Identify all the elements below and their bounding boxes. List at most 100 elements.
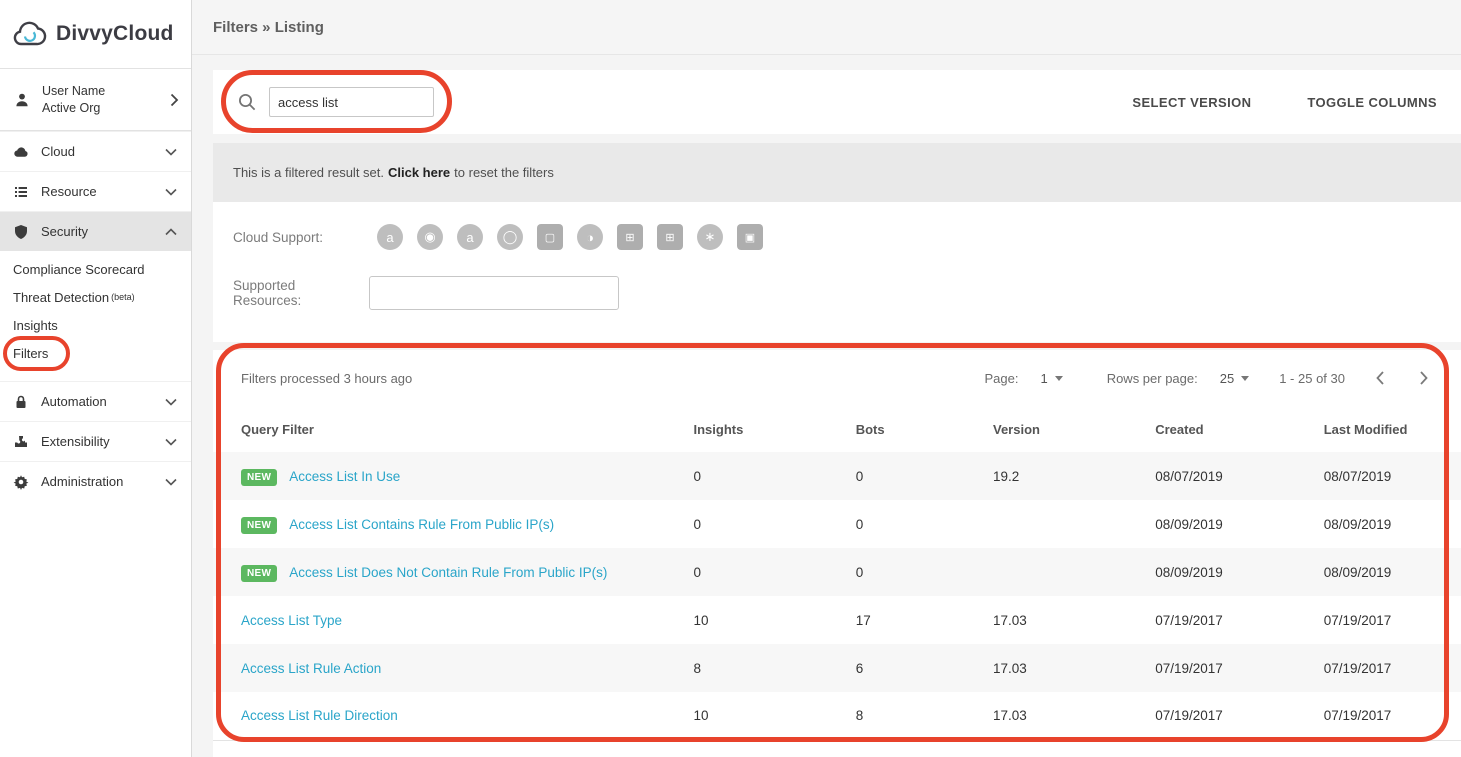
list-icon <box>13 184 29 200</box>
reset-filters-link[interactable]: Click here <box>388 165 450 180</box>
divvycloud-cloud-icon <box>13 21 47 46</box>
chevron-up-icon <box>165 227 177 236</box>
subitem-label: Insights <box>13 317 58 333</box>
cell-insights: 0 <box>693 468 701 484</box>
cloud-support-icon-other-cloud: ▣ <box>737 224 763 250</box>
chevron-down-icon <box>165 148 177 156</box>
sidebar-item-automation[interactable]: Automation <box>0 381 191 421</box>
new-badge: NEW <box>241 564 278 582</box>
security-submenu: Compliance Scorecard Threat Detection (b… <box>0 251 191 381</box>
table-row: Access List Type 10 17 17.03 07/19/2017 … <box>213 596 1461 644</box>
next-page-button[interactable] <box>1415 366 1433 390</box>
sidebar-subitem-filters[interactable]: Filters <box>0 339 191 367</box>
chevron-down-icon <box>165 438 177 446</box>
sidebar-subitem-compliance-scorecard[interactable]: Compliance Scorecard <box>0 255 191 283</box>
cell-last-modified: 07/19/2017 <box>1323 660 1392 676</box>
sidebar-item-administration[interactable]: Administration <box>0 461 191 501</box>
sidebar-subitem-threat-detection[interactable]: Threat Detection (beta) <box>0 283 191 311</box>
cell-last-modified: 08/09/2019 <box>1323 564 1392 580</box>
chevron-down-icon <box>165 398 177 406</box>
user-names: User Name Active Org <box>42 83 105 116</box>
user-name: User Name <box>42 84 106 99</box>
cell-bots: 0 <box>855 516 864 532</box>
sidebar-item-extensibility[interactable]: Extensibility <box>0 421 191 461</box>
cell-last-modified: 08/09/2019 <box>1323 516 1392 532</box>
sidebar: DivvyCloud User Name Active Org Cloud Re… <box>0 0 192 757</box>
filters-table-card: Filters processed 3 hours ago Page: 1 Ro… <box>213 350 1461 757</box>
processed-status: Filters processed 3 hours ago <box>241 370 413 386</box>
cell-version: 17.03 <box>992 612 1027 628</box>
sidebar-nav: Cloud Resource Security Compliance Score… <box>0 131 191 501</box>
filter-link[interactable]: Access List Type <box>241 613 342 628</box>
supported-resources-input[interactable] <box>369 276 619 310</box>
select-version-button[interactable]: SELECT VERSION <box>1132 95 1251 110</box>
sidebar-item-resource[interactable]: Resource <box>0 171 191 211</box>
column-header-bots: Bots <box>855 421 885 437</box>
user-menu[interactable]: User Name Active Org <box>0 69 191 131</box>
search-icon <box>239 94 256 111</box>
table-row: NEW Access List Does Not Contain Rule Fr… <box>213 548 1461 596</box>
cell-last-modified: 08/07/2019 <box>1323 468 1392 484</box>
cloud-support-icon-alibaba-cloud: ▢ <box>537 224 563 250</box>
cell-created: 07/19/2017 <box>1155 660 1223 676</box>
filter-link[interactable]: Access List Rule Action <box>241 661 381 676</box>
filter-link[interactable]: Access List Rule Direction <box>241 708 398 723</box>
cloud-support-label: Cloud Support: <box>233 229 324 245</box>
cell-insights: 10 <box>693 612 709 628</box>
main-content: SELECT VERSION TOGGLE COLUMNS This is a … <box>213 70 1461 757</box>
banner-text: This is a filtered result set. <box>233 165 384 180</box>
cloud-support-icon-gcp: ◑ <box>577 224 603 250</box>
cell-bots: 17 <box>855 612 871 628</box>
cell-insights: 0 <box>693 516 701 532</box>
previous-page-button[interactable] <box>1371 366 1389 390</box>
pagination-controls: Page: 1 Rows per page: 25 1 - 25 of 30 <box>984 366 1433 390</box>
filter-link[interactable]: Access List Contains Rule From Public IP… <box>289 517 554 532</box>
lock-icon <box>13 394 29 410</box>
supported-resources-row: Supported Resources: <box>233 276 1441 310</box>
toggle-columns-button[interactable]: TOGGLE COLUMNS <box>1307 95 1437 110</box>
filtered-result-banner: This is a filtered result set. Click her… <box>213 143 1461 202</box>
cell-bots: 6 <box>855 660 864 676</box>
cloud-support-icon-aws: a <box>377 224 403 250</box>
brand-name: DivvyCloud <box>56 22 174 45</box>
cell-last-modified: 07/19/2017 <box>1323 708 1392 724</box>
cell-bots: 0 <box>855 468 864 484</box>
user-icon <box>14 92 30 108</box>
subitem-label: Threat Detection <box>13 289 110 305</box>
cell-created: 08/07/2019 <box>1155 468 1223 484</box>
caret-down-icon <box>1241 375 1250 381</box>
sidebar-item-label: Cloud <box>41 144 75 159</box>
breadcrumb: Filters » Listing <box>213 18 324 36</box>
cell-created: 07/19/2017 <box>1155 612 1223 628</box>
table-header-row: Query Filter Insights Bots Version Creat… <box>213 406 1461 452</box>
sidebar-subitem-insights[interactable]: Insights <box>0 311 191 339</box>
rows-per-page-select[interactable]: 25 <box>1220 371 1250 386</box>
sidebar-item-label: Security <box>41 224 88 239</box>
cloud-support-icons: a ◉ a ◯ ▢ ◑ ⊞ ⊞ ∗ ▣ <box>377 224 763 250</box>
shield-icon <box>13 224 29 240</box>
filter-link[interactable]: Access List In Use <box>289 469 400 484</box>
listing-toolbar: SELECT VERSION TOGGLE COLUMNS <box>213 70 1461 134</box>
cloud-support-icon-azure-gov: ⊞ <box>657 224 683 250</box>
cell-version: 17.03 <box>992 660 1027 676</box>
puzzle-icon <box>13 434 29 450</box>
cell-created: 08/09/2019 <box>1155 516 1223 532</box>
top-bar: Filters » Listing <box>192 0 1461 55</box>
beta-tag: (beta) <box>111 292 135 302</box>
rows-per-page-label: Rows per page: <box>1106 370 1198 386</box>
filter-link[interactable]: Access List Does Not Contain Rule From P… <box>289 565 607 580</box>
page-select[interactable]: 1 <box>1040 371 1063 386</box>
new-badge: NEW <box>241 516 278 534</box>
cell-version: 17.03 <box>992 708 1027 724</box>
table-row: Access List Rule Direction 10 8 17.03 07… <box>213 692 1461 740</box>
cloud-support-icon-oracle-cloud: ◯ <box>497 224 523 250</box>
search-input[interactable] <box>269 87 434 117</box>
cell-last-modified: 07/19/2017 <box>1323 612 1392 628</box>
table-row: Access List Rule Action 8 6 17.03 07/19/… <box>213 644 1461 692</box>
sidebar-item-security[interactable]: Security <box>0 211 191 251</box>
subitem-label: Compliance Scorecard <box>13 261 145 277</box>
sidebar-item-cloud[interactable]: Cloud <box>0 131 191 171</box>
filter-criteria-panel: Cloud Support: a ◉ a ◯ ▢ ◑ ⊞ ⊞ ∗ ▣ Suppo… <box>213 202 1461 342</box>
table-row: NEW Access List In Use 0 0 19.2 08/07/20… <box>213 452 1461 500</box>
cloud-support-icon-aws-govcloud: a <box>457 224 483 250</box>
